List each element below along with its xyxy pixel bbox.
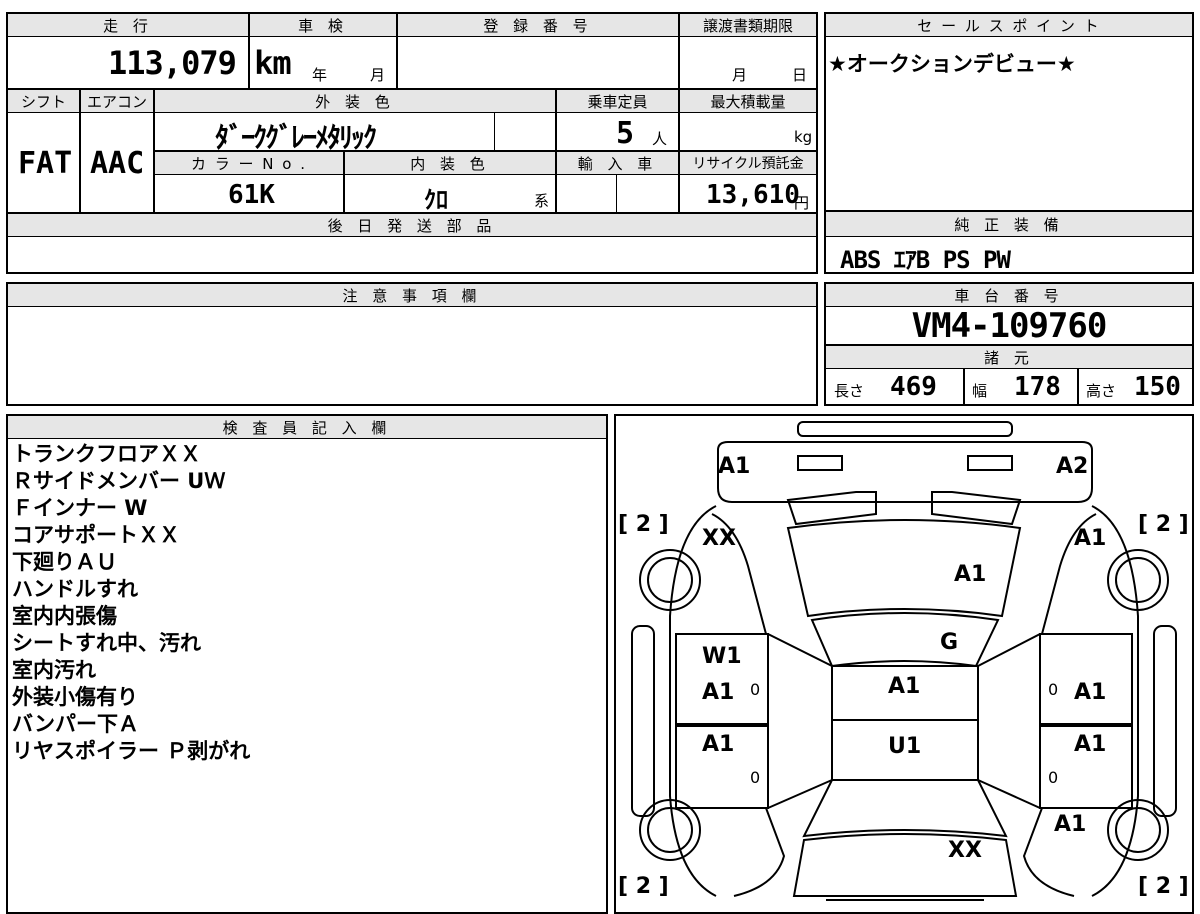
aircon-value: AAC xyxy=(90,146,145,181)
caution-header: 注 意 事 項 欄 xyxy=(8,284,816,306)
roof-code: A1 xyxy=(888,674,921,699)
note-item: Ｒサイドメンバー UＷ xyxy=(12,469,226,493)
front-left-door-top-code: W1 xyxy=(702,644,742,669)
front-left-door-code: A1 xyxy=(702,680,735,705)
transfer-day-unit: 日 xyxy=(792,66,808,84)
width-label: 幅 xyxy=(972,382,988,400)
later-parts-header: 後 日 発 送 部 品 xyxy=(8,214,816,236)
note-item: リヤスポイラー Ｐ剥がれ xyxy=(12,739,251,763)
chassis-header: 車 台 番 号 xyxy=(826,284,1192,306)
hood-code: A1 xyxy=(954,562,987,587)
genuine-equipment-text: ABS ｴｱB PS PW xyxy=(840,246,1011,274)
color-no-header: カ ラ ー N o . xyxy=(155,152,343,174)
door-mark-zero: 0 xyxy=(750,768,761,787)
tire-rear-left-mark: [ 2 ] xyxy=(618,874,669,899)
transfer-deadline-header: 譲渡書類期限 xyxy=(680,14,816,36)
shift-value: FAT xyxy=(18,146,73,181)
height-value: 150 xyxy=(1134,372,1181,402)
note-item: 室内内張傷 xyxy=(12,604,117,628)
sales-point-header: セ ー ル ス ポ イ ン ト xyxy=(826,14,1192,36)
front-right-door-code: A1 xyxy=(1074,680,1107,705)
recycle-unit: 円 xyxy=(794,194,810,212)
note-item: 下廻りＡＵ xyxy=(12,550,117,574)
tire-rear-right-mark: [ 2 ] xyxy=(1138,874,1189,899)
tire-front-right-mark: [ 2 ] xyxy=(1138,512,1189,537)
spec-header: 諸 元 xyxy=(826,346,1192,368)
door-mark-zero: 0 xyxy=(750,680,761,699)
door-mark-zero: 0 xyxy=(1048,680,1059,699)
interior-color-header: 内 装 色 xyxy=(345,152,555,174)
note-item: コアサポートＸＸ xyxy=(12,523,180,547)
capacity-unit: 人 xyxy=(652,130,668,148)
capacity-value: 5 xyxy=(616,116,635,151)
mileage-header: 走 行 xyxy=(8,14,248,36)
width-value: 178 xyxy=(1014,372,1061,402)
car-damage-diagram: [ 2 ] [ 2 ] [ 2 ] [ 2 ] A1 A2 XX A1 A1 G… xyxy=(614,414,1194,914)
note-item: バンパー下Ａ xyxy=(12,712,140,736)
inspection-header: 車 検 xyxy=(250,14,396,36)
rear-right-door-code: A1 xyxy=(1074,732,1107,757)
max-load-unit: kg xyxy=(794,128,813,146)
recycle-value: 13,610 xyxy=(706,180,800,210)
rear-quarter-right-code: A1 xyxy=(1054,812,1087,837)
interior-color-value: ｸﾛ xyxy=(424,186,448,214)
note-item: トランクフロアＸＸ xyxy=(12,442,201,466)
color-no-value: 61K xyxy=(228,180,275,210)
inspector-notes-header: 検 査 員 記 入 欄 xyxy=(8,416,606,438)
mileage-value: 113,079 km xyxy=(108,44,292,82)
door-mark-zero: 0 xyxy=(1048,768,1059,787)
tire-front-left-mark: [ 2 ] xyxy=(618,512,669,537)
recycle-header: リサイクル預託金 xyxy=(680,152,816,174)
front-fender-left-code: XX xyxy=(702,526,736,551)
rear-left-door-code: A1 xyxy=(702,732,735,757)
exterior-color-header: 外 装 色 xyxy=(155,90,555,112)
height-label: 高さ xyxy=(1086,382,1117,400)
genuine-equipment-header: 純 正 装 備 xyxy=(826,212,1192,236)
registration-header: 登 録 番 号 xyxy=(398,14,678,36)
inspector-notes-list: トランクフロアＸＸ Ｒサイドメンバー UＷ Ｆインナー W コアサポートＸＸ 下… xyxy=(12,441,250,765)
shift-header: シフト xyxy=(8,90,79,112)
aircon-header: エアコン xyxy=(81,90,153,112)
front-bumper-left-code: A1 xyxy=(718,454,751,479)
note-item: Ｆインナー W xyxy=(12,496,148,520)
chassis-number: VM4-109760 xyxy=(911,306,1108,346)
import-header: 輸 入 車 xyxy=(557,152,678,174)
length-value: 469 xyxy=(890,372,937,402)
inspection-month-unit: 月 xyxy=(370,66,386,84)
sales-point-text: ★オークションデビュー★ xyxy=(828,52,1076,76)
inspection-year-unit: 年 xyxy=(312,66,328,84)
front-bumper-right-code: A2 xyxy=(1056,454,1089,479)
note-item: ハンドルすれ xyxy=(12,577,138,601)
windshield-code: G xyxy=(940,630,959,655)
trunk-code: XX xyxy=(948,838,982,863)
note-item: 外装小傷有り xyxy=(12,685,138,709)
max-load-header: 最大積載量 xyxy=(680,90,816,112)
length-label: 長さ xyxy=(834,382,865,400)
note-item: シートすれ中、汚れ xyxy=(12,631,201,655)
front-fender-right-code: A1 xyxy=(1074,526,1107,551)
capacity-header: 乗車定員 xyxy=(557,90,678,112)
interior-color-suffix: 系 xyxy=(534,192,550,210)
roof-rear-code: U1 xyxy=(888,734,922,759)
note-item: 室内汚れ xyxy=(12,658,96,682)
transfer-month-unit: 月 xyxy=(732,66,748,84)
